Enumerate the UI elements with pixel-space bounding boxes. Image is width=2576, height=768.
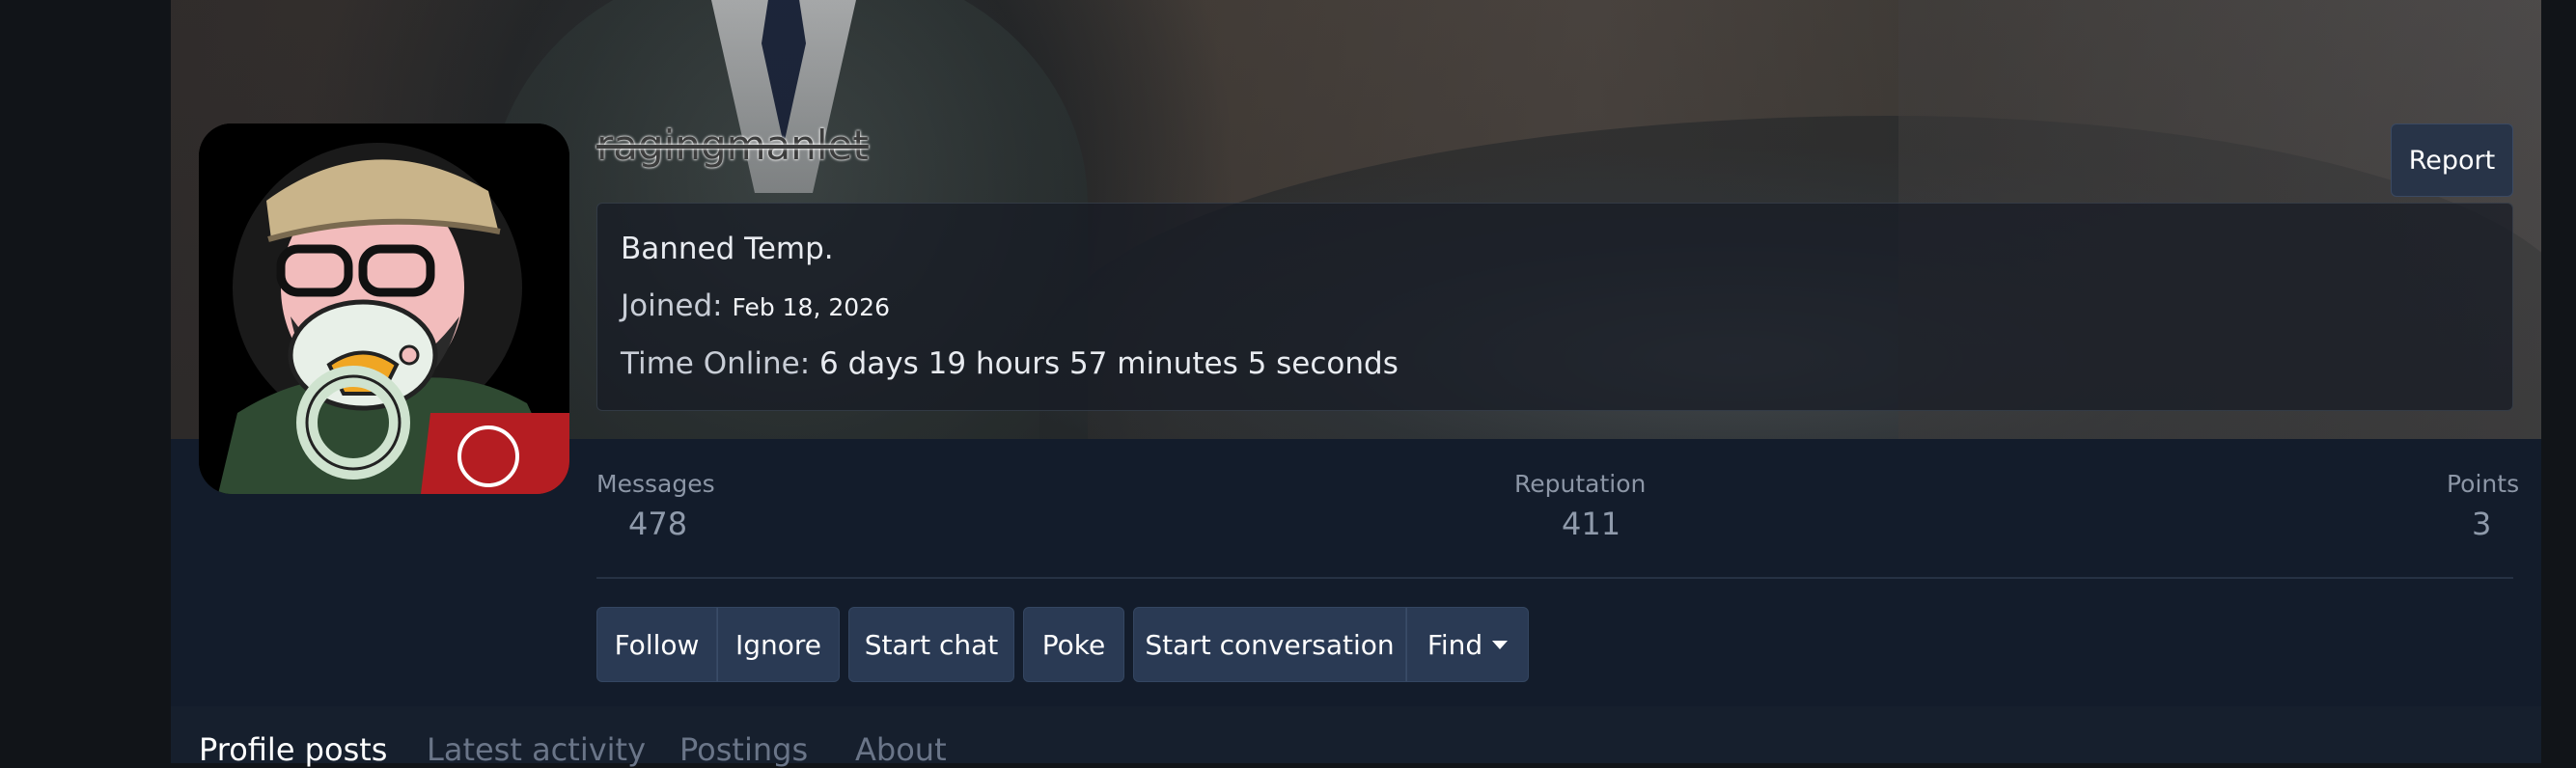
- tab-latest-activity[interactable]: Latest activity: [427, 731, 646, 768]
- time-online-row: Time Online: 6 days 19 hours 57 minutes …: [621, 346, 1399, 381]
- stat-points-label[interactable]: Points: [2447, 470, 2519, 498]
- ignore-button[interactable]: Ignore: [717, 607, 840, 682]
- joined-label: Joined:: [621, 288, 723, 323]
- user-status: Banned Temp.: [621, 232, 834, 266]
- profile-info-box: Banned Temp. Joined: Feb 18, 2026 Time O…: [596, 203, 2513, 411]
- caret-down-icon: [1492, 640, 1509, 649]
- start-conversation-button[interactable]: Start conversation: [1133, 607, 1406, 682]
- avatar[interactable]: [199, 123, 569, 494]
- stat-reputation-label[interactable]: Reputation: [1514, 470, 1646, 498]
- status-text: Banned Temp.: [621, 232, 834, 266]
- stat-messages-value[interactable]: 478: [628, 506, 687, 542]
- report-button[interactable]: Report: [2391, 123, 2513, 197]
- avatar-image: [199, 123, 569, 494]
- tab-about[interactable]: About: [855, 731, 947, 768]
- poke-button[interactable]: Poke: [1023, 607, 1124, 682]
- stat-messages-label[interactable]: Messages: [596, 470, 715, 498]
- stats-divider: [596, 577, 2513, 579]
- start-chat-button[interactable]: Start chat: [848, 607, 1014, 682]
- time-online-label: Time Online:: [621, 346, 811, 381]
- find-label: Find: [1426, 628, 1483, 661]
- tab-profile-posts[interactable]: Profile posts: [199, 731, 387, 768]
- joined-date: Feb 18, 2026: [732, 293, 890, 321]
- follow-button[interactable]: Follow: [596, 607, 717, 682]
- username: ragingmanlet: [596, 122, 869, 169]
- stat-reputation-value[interactable]: 411: [1562, 506, 1620, 542]
- joined-row: Joined: Feb 18, 2026: [621, 288, 890, 323]
- find-dropdown-button[interactable]: Find: [1406, 607, 1529, 682]
- tab-postings[interactable]: Postings: [679, 731, 808, 768]
- time-online-value: 6 days 19 hours 57 minutes 5 seconds: [819, 346, 1399, 381]
- stat-points-value[interactable]: 3: [2472, 506, 2491, 542]
